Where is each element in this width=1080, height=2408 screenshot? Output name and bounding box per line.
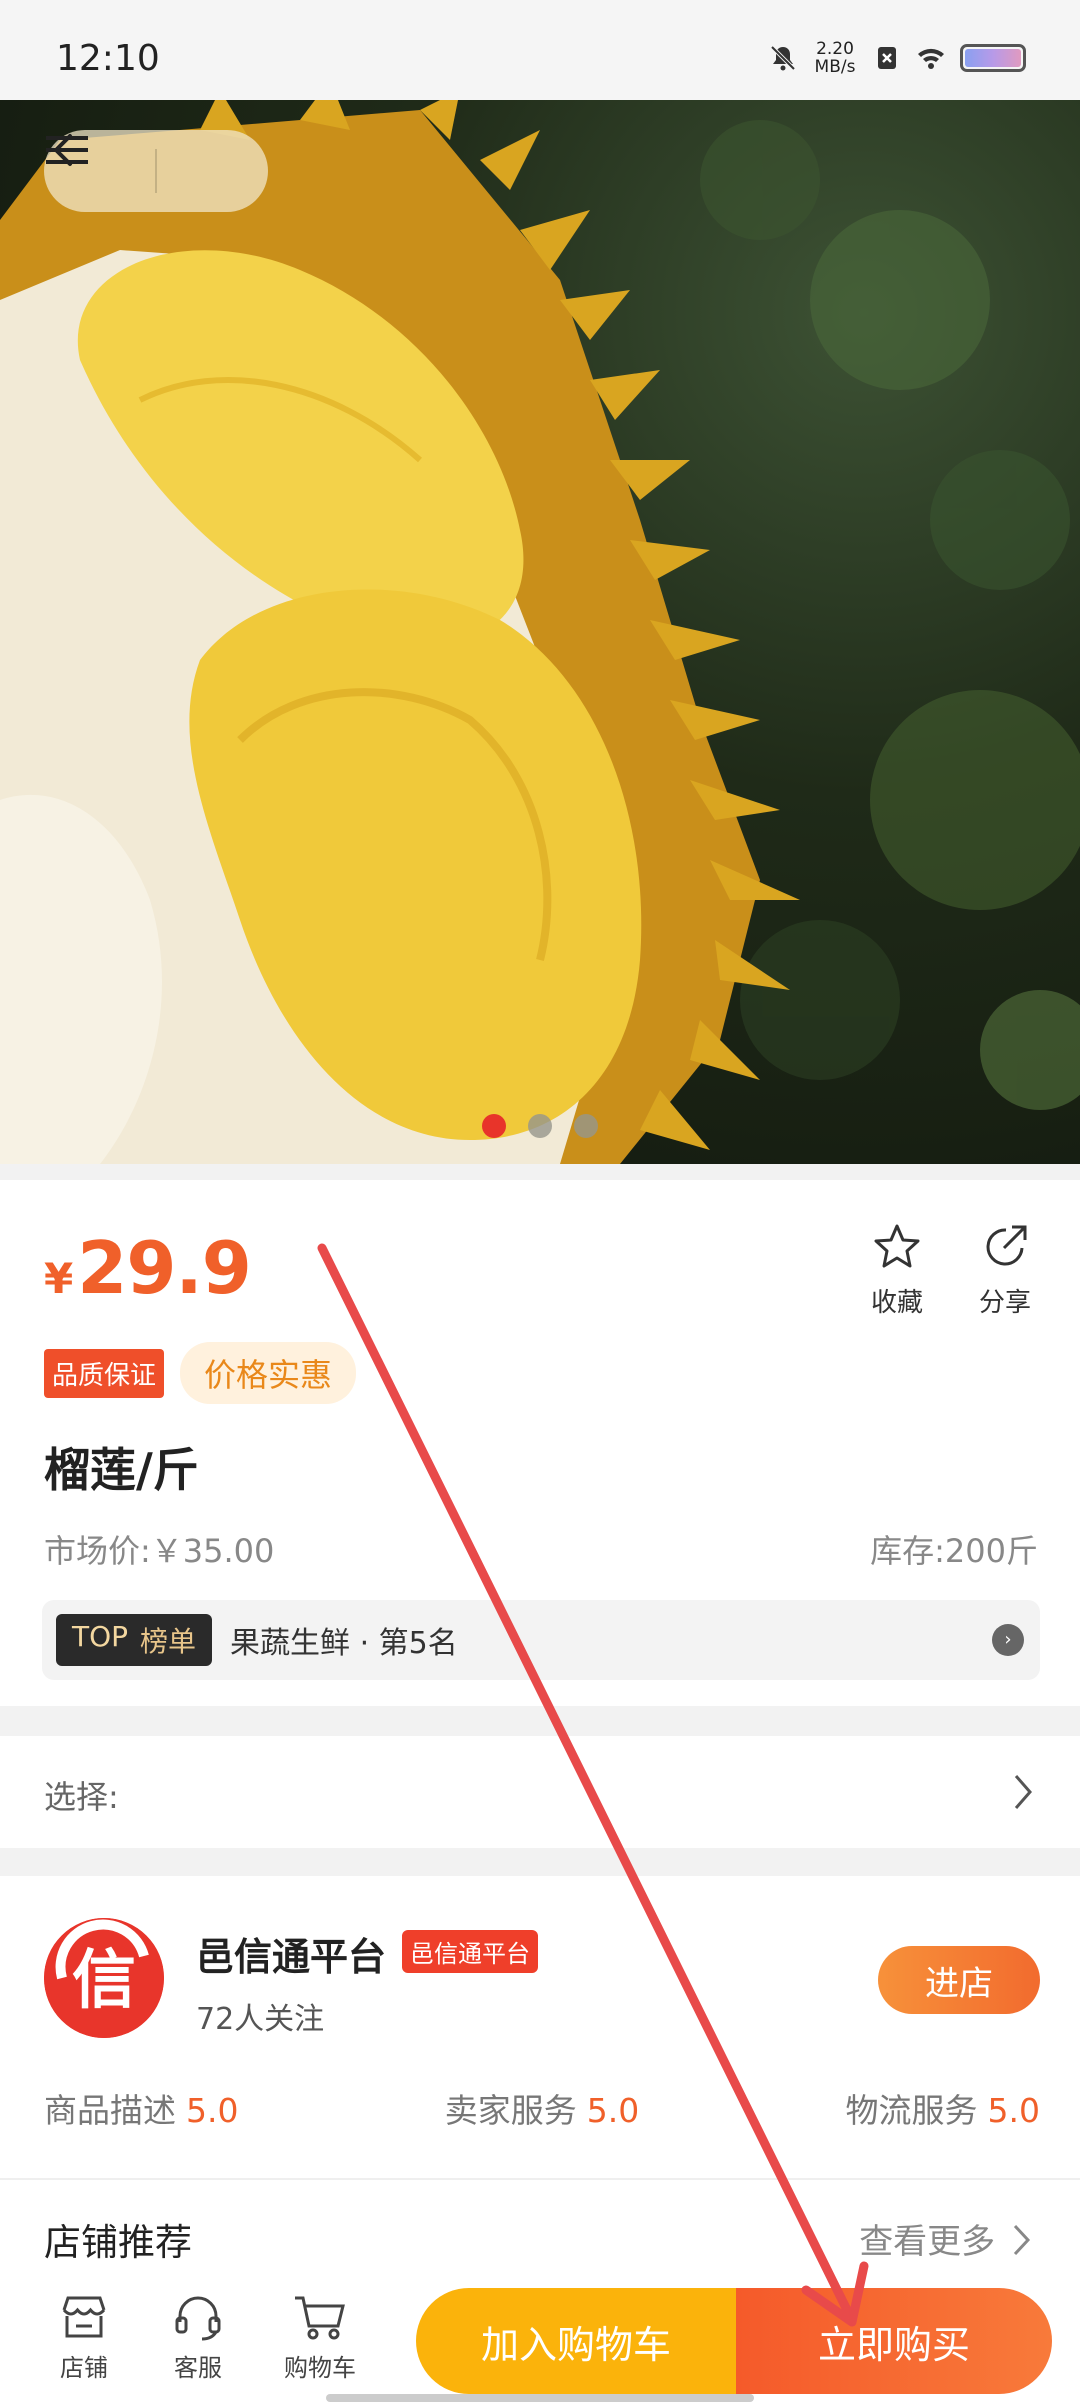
rating-value: 5.0: [987, 2091, 1040, 2130]
rating-service: 卖家服务 5.0: [445, 2084, 639, 2132]
stock: 库存:200斤: [870, 1532, 1038, 1570]
product-title: 榴莲/斤: [44, 1443, 199, 1497]
rank-board: 榜单: [140, 1625, 197, 1658]
star-icon: [874, 1224, 920, 1268]
durian-image: [0, 100, 1080, 1164]
net-speed-unit: MB/s: [814, 57, 856, 77]
status-time: 12:10: [56, 38, 160, 79]
share-icon: [986, 1225, 1027, 1266]
hero-nav-pill: [44, 130, 268, 212]
store-icon: [62, 2296, 106, 2338]
shop-logo-char: 信: [72, 1944, 136, 2018]
product-badges: 品质保证 价格实惠: [44, 1342, 357, 1404]
view-more-link[interactable]: 查看更多: [859, 2214, 1032, 2263]
share-button[interactable]: 分享: [960, 1222, 1050, 1319]
buy-now-button[interactable]: 立即购买: [736, 2288, 1052, 2394]
badge-deal: 价格实惠: [180, 1342, 357, 1404]
shop-tag: 邑信通平台: [402, 1930, 538, 1973]
rating-value: 5.0: [186, 2091, 239, 2130]
spec-select-row[interactable]: 选择:: [0, 1736, 1080, 1848]
shop-recommend-title: 店铺推荐: [44, 2221, 192, 2264]
rating-logistics: 物流服务 5.0: [846, 2084, 1040, 2132]
rank-top: TOP: [72, 1620, 129, 1653]
product-image-carousel[interactable]: [0, 100, 1080, 1164]
shop-name[interactable]: 邑信通平台: [196, 1926, 386, 1981]
tab-store-label: 店铺: [60, 2354, 108, 2382]
tab-cart[interactable]: 购物车: [270, 2292, 370, 2383]
menu-button[interactable]: [46, 130, 268, 212]
tab-service-label: 客服: [174, 2354, 222, 2382]
price-currency: ¥: [44, 1254, 74, 1303]
net-speed: 2.20 MB/s: [812, 40, 858, 76]
product-info-card: ¥ 29.9 收藏 分享 品质保证 价格实惠 榴莲/斤 市场价:￥35.00 库…: [0, 1180, 1080, 1706]
rating-description: 商品描述 5.0: [44, 2084, 238, 2132]
rank-tag: TOP 榜单: [56, 1614, 213, 1666]
cart-icon: [295, 2296, 345, 2340]
wifi-icon: [918, 48, 944, 69]
shop-followers: 72人关注: [196, 2002, 325, 2037]
ranking-bar[interactable]: TOP 榜单 果蔬生鲜 · 第5名 ›: [42, 1600, 1040, 1680]
shop-logo-image: 信: [44, 1918, 164, 2038]
status-bar: 12:10 2.20 MB/s: [0, 0, 1080, 100]
view-more-label: 查看更多: [859, 2222, 996, 2262]
shop-logo[interactable]: 信: [44, 1918, 164, 2038]
tab-cart-label: 购物车: [284, 2354, 356, 2382]
badge-quality: 品质保证: [44, 1348, 165, 1398]
tab-service[interactable]: 客服: [148, 2292, 248, 2383]
carousel-dots: [0, 1114, 1080, 1138]
market-price: 市场价:￥35.00: [44, 1532, 275, 1570]
home-indicator[interactable]: [326, 2394, 754, 2402]
shop-ratings: 商品描述 5.0 卖家服务 5.0 物流服务 5.0: [44, 2084, 1040, 2132]
share-label: 分享: [978, 1288, 1031, 1318]
net-speed-value: 2.20: [816, 39, 854, 59]
rating-label: 商品描述: [44, 2091, 176, 2130]
chevron-right-icon: [1013, 2224, 1031, 2256]
battery-icon: [960, 44, 1026, 72]
status-icons: 2.20 MB/s: [768, 40, 1026, 76]
enter-shop-button[interactable]: 进店: [878, 1946, 1040, 2014]
favorite-label: 收藏: [870, 1288, 923, 1318]
carousel-dot[interactable]: [482, 1114, 506, 1138]
chevron-right-icon: [1014, 1775, 1032, 1809]
chevron-right-icon: ›: [992, 1624, 1024, 1656]
price-value: 29.9: [77, 1226, 252, 1310]
mute-icon: [770, 45, 796, 71]
price: ¥ 29.9: [44, 1226, 252, 1310]
rating-value: 5.0: [586, 2091, 640, 2130]
sim-off-icon: [878, 47, 896, 69]
add-to-cart-button[interactable]: 加入购物车: [416, 2288, 736, 2394]
menu-icon: [46, 136, 88, 164]
rating-label: 卖家服务: [444, 2091, 577, 2130]
rating-label: 物流服务: [845, 2091, 978, 2130]
carousel-dot[interactable]: [528, 1114, 552, 1138]
tab-store[interactable]: 店铺: [34, 2292, 134, 2383]
divider: [0, 2178, 1080, 2180]
headset-icon: [175, 2296, 221, 2341]
rank-text: 果蔬生鲜 · 第5名: [230, 1626, 458, 1661]
favorite-button[interactable]: 收藏: [852, 1222, 942, 1319]
carousel-dot[interactable]: [574, 1114, 598, 1138]
bottom-action-bar: 店铺 客服 购物车 加入购物车 立即购买: [0, 2270, 1080, 2408]
select-label: 选择:: [44, 1778, 119, 1816]
